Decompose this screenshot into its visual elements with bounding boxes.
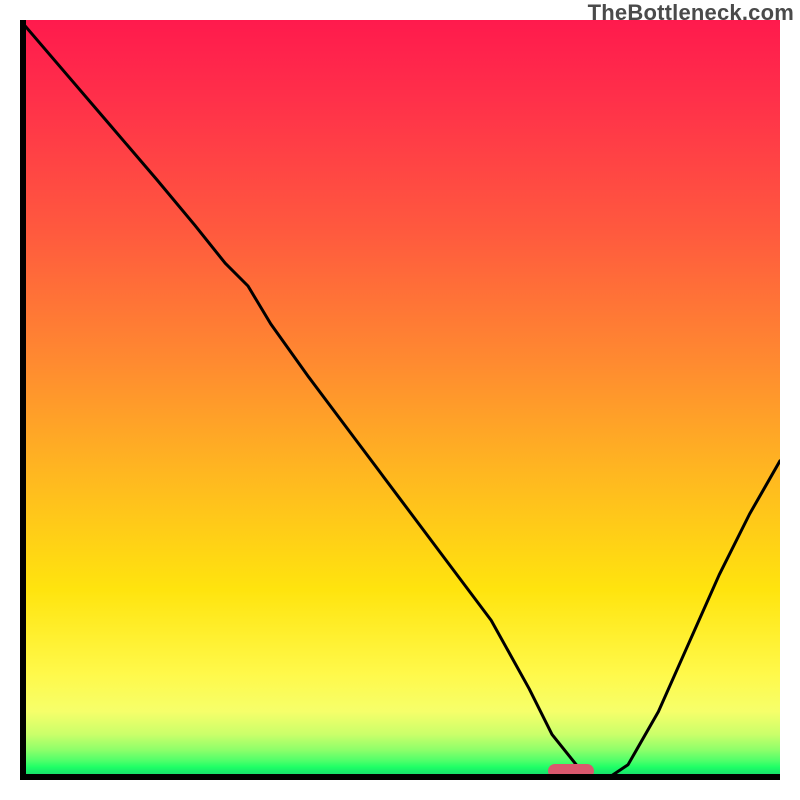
chart-frame <box>20 20 780 780</box>
optimal-zone-marker <box>548 764 594 778</box>
line-chart-svg <box>20 20 780 780</box>
bottleneck-curve-path <box>20 20 780 780</box>
